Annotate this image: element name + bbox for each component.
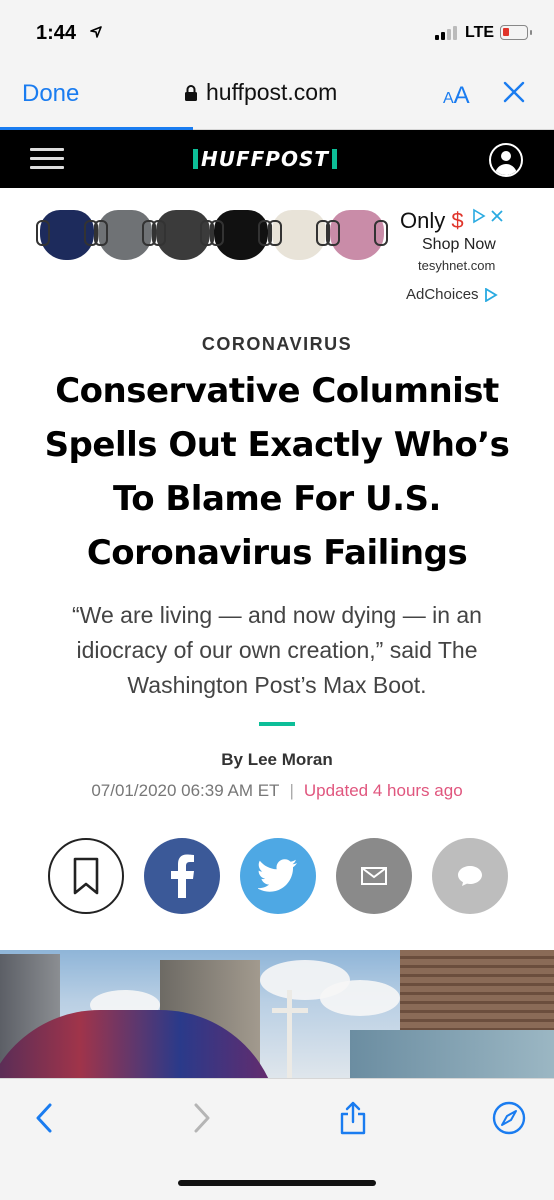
article-hero-image[interactable] — [0, 950, 554, 1078]
email-share-button[interactable] — [336, 838, 412, 914]
comments-button[interactable] — [432, 838, 508, 914]
divider — [259, 722, 295, 726]
hamburger-menu-icon[interactable] — [30, 148, 64, 170]
status-time: 1:44 — [36, 22, 77, 44]
bookmark-icon — [73, 857, 99, 895]
user-account-icon[interactable] — [489, 143, 523, 177]
facebook-share-button[interactable] — [144, 838, 220, 914]
address-bar[interactable]: huffpost.com — [184, 79, 337, 106]
comment-bubble-icon — [458, 866, 482, 886]
share-icon[interactable] — [338, 1101, 368, 1135]
ad-info-play-icon[interactable] — [472, 208, 486, 224]
text-size-small: A — [443, 90, 454, 107]
article-section-label[interactable]: CORONAVIRUS — [0, 334, 554, 355]
logo-text: HUFFPOST — [201, 147, 330, 171]
article-dateline: 07/01/2020 06:39 AM ET | Updated 4 hours a… — [0, 781, 554, 801]
article-subheadline: “We are living — and now dying — in an i… — [72, 602, 482, 698]
status-bar: 1:44 LTE — [0, 0, 554, 66]
signal-strength-icon — [435, 26, 457, 40]
network-type: LTE — [465, 24, 495, 41]
forward-icon[interactable] — [186, 1101, 216, 1135]
mask-image — [210, 210, 272, 260]
done-button[interactable]: Done — [22, 80, 79, 108]
mask-image — [326, 210, 388, 260]
mask-image — [36, 210, 98, 260]
huffpost-logo[interactable]: HUFFPOST — [193, 144, 338, 174]
facebook-icon — [171, 854, 194, 898]
lock-icon — [185, 84, 197, 101]
updated-time: Updated 4 hours ago — [303, 781, 463, 800]
adchoices-link[interactable]: AdChoices — [406, 286, 498, 303]
adchoices-icon — [484, 287, 498, 302]
location-arrow-icon — [90, 26, 102, 38]
text-size-button[interactable]: AA — [443, 82, 470, 110]
url-text: huffpost.com — [206, 79, 338, 105]
home-indicator[interactable] — [178, 1180, 376, 1186]
close-icon[interactable] — [502, 80, 526, 104]
compass-icon[interactable] — [492, 1101, 526, 1135]
browser-top-bar: Done huffpost.com AA — [0, 66, 554, 130]
bookmark-button[interactable] — [48, 838, 124, 914]
date-separator: | — [289, 781, 294, 800]
publish-date: 07/01/2020 06:39 AM ET — [91, 781, 280, 800]
advertisement[interactable]: Only $ Shop Now tesyhnet.com AdChoices — [36, 196, 520, 306]
ad-product-images — [36, 210, 388, 260]
ad-headline: Only $ — [400, 208, 464, 233]
twitter-share-button[interactable] — [240, 838, 316, 914]
back-icon[interactable] — [30, 1101, 60, 1135]
ad-price: $ — [451, 208, 464, 233]
text-size-large: A — [453, 82, 470, 109]
twitter-icon — [258, 859, 297, 892]
mask-image — [94, 210, 156, 260]
adchoices-label: AdChoices — [406, 286, 479, 303]
ad-domain: tesyhnet.com — [418, 258, 496, 273]
ad-controls — [472, 208, 504, 224]
mask-image — [268, 210, 330, 260]
ad-cta[interactable]: Shop Now — [422, 236, 496, 254]
battery-icon — [500, 25, 532, 40]
share-buttons — [48, 838, 508, 914]
author-byline[interactable]: By Lee Moran — [0, 750, 554, 770]
mask-image — [152, 210, 214, 260]
article-headline: Conservative Columnist Spells Out Exactl… — [44, 371, 510, 573]
ad-close-icon[interactable] — [490, 209, 504, 223]
site-header: HUFFPOST — [0, 130, 554, 188]
envelope-icon — [361, 867, 387, 885]
